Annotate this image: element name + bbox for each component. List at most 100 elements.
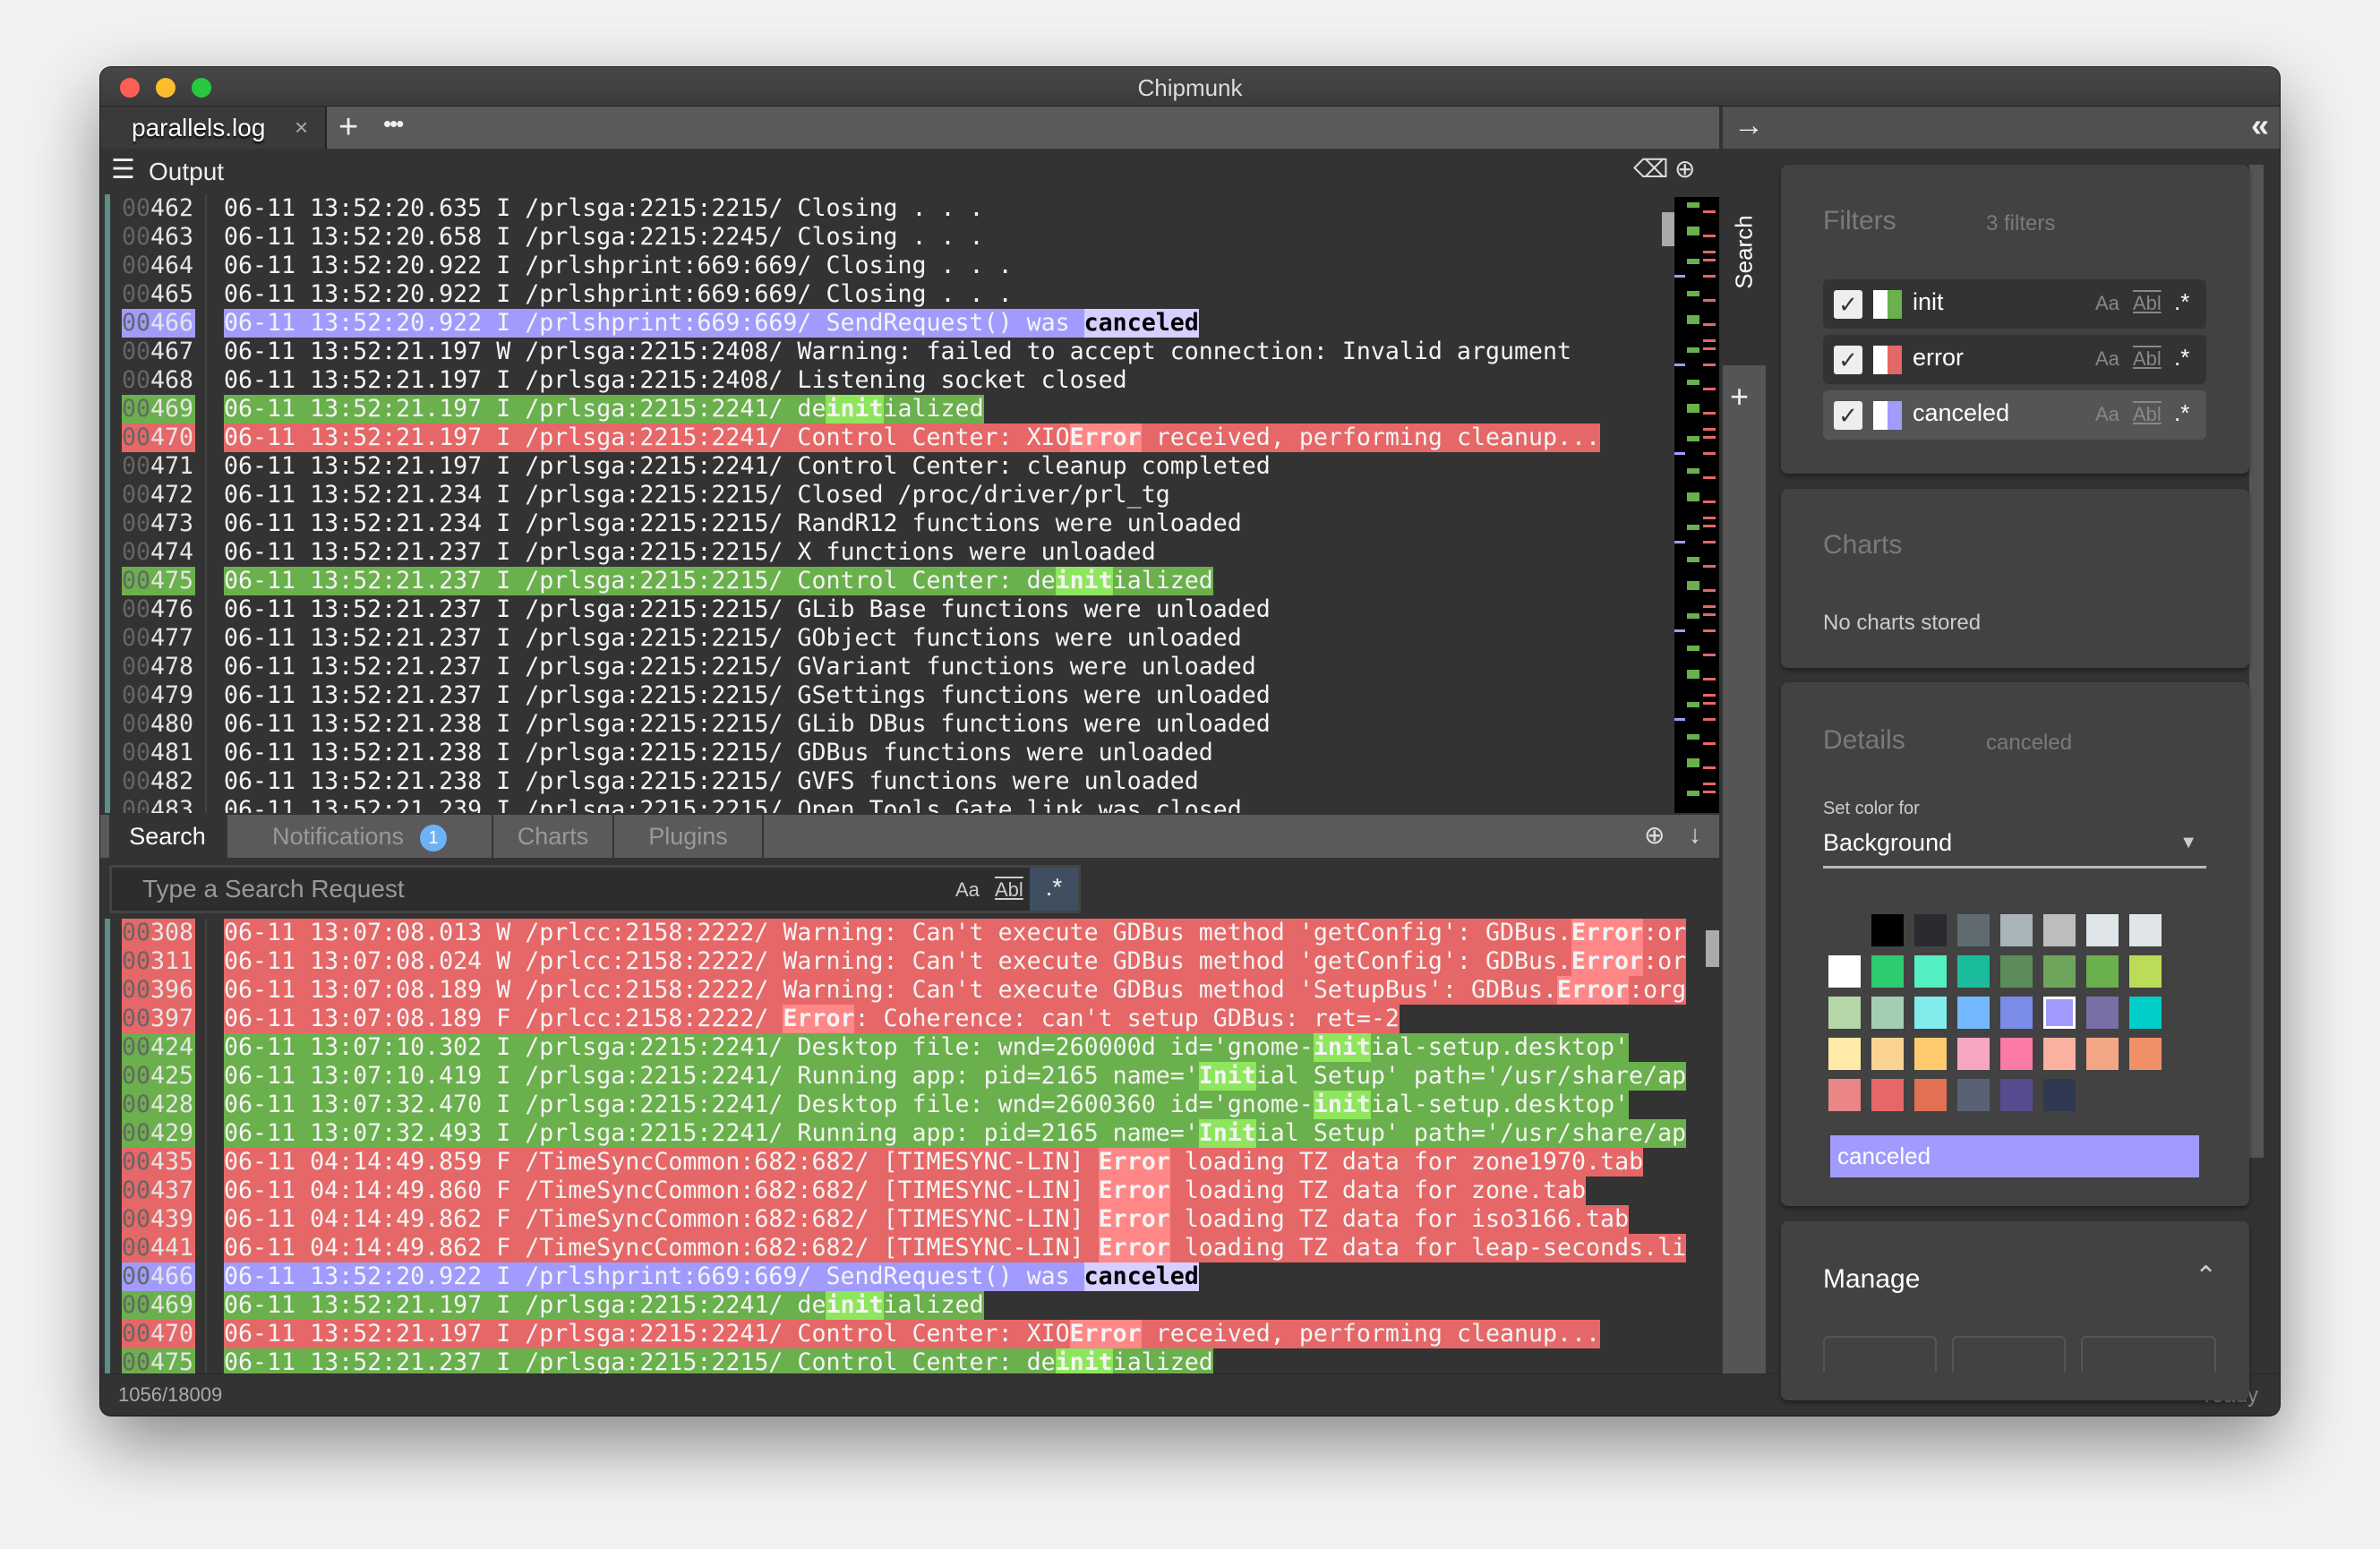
file-tab[interactable]: parallels.log ×	[100, 107, 327, 149]
minimap-mark	[1687, 525, 1699, 530]
color-swatch[interactable]	[1871, 1079, 1904, 1111]
log-segment: received, performing cleanup...	[1141, 424, 1601, 452]
color-swatch[interactable]	[1914, 1038, 1947, 1070]
color-swatch[interactable]	[2086, 955, 2119, 988]
tab-plugins[interactable]: Plugins	[614, 815, 764, 858]
color-swatch[interactable]	[2000, 914, 2033, 946]
color-swatch[interactable]	[1957, 1079, 1990, 1111]
color-swatch[interactable]	[1957, 955, 1990, 988]
whole-word-toggle[interactable]: Abl	[2133, 292, 2162, 315]
color-swatch[interactable]	[2129, 914, 2162, 946]
whole-word-toggle[interactable]: Abl	[2133, 403, 2162, 426]
filter-checkbox[interactable]: ✓	[1834, 401, 1862, 430]
regex-toggle[interactable]: .*	[2174, 288, 2189, 316]
tab-label: Plugins	[648, 823, 728, 850]
log-segment: :or	[1643, 947, 1687, 976]
hamburger-icon[interactable]: ☰	[111, 154, 135, 185]
output-scrollbar[interactable]	[1662, 212, 1674, 246]
search-input[interactable]	[112, 868, 936, 911]
arrow-right-icon[interactable]: →	[1734, 108, 1764, 143]
sidebar-tab-search[interactable]: Search	[1723, 149, 1766, 365]
filter-color-swatch[interactable]	[1873, 290, 1902, 319]
download-icon[interactable]: ⊕	[1644, 820, 1665, 850]
color-swatch[interactable]	[2043, 997, 2076, 1029]
regex-toggle[interactable]: .*	[2174, 344, 2189, 372]
add-tab-button[interactable]: +	[338, 108, 358, 147]
output-log[interactable]: 00462 06-11 13:52:20.635 I /prlsga:2215:2…	[100, 194, 1719, 813]
color-swatch[interactable]	[1871, 997, 1904, 1029]
tab-charts[interactable]: Charts	[493, 815, 614, 858]
search-results-log[interactable]: 00308 06-11 13:07:08.013 W /prlcc:2158:22…	[100, 919, 1719, 1374]
color-swatch[interactable]	[2043, 1038, 2076, 1070]
whole-word-toggle[interactable]: Abl	[2133, 347, 2162, 371]
color-swatch[interactable]	[1828, 1079, 1861, 1111]
color-swatch[interactable]	[2129, 997, 2162, 1029]
double-chevron-left-icon[interactable]: «	[2251, 107, 2269, 144]
color-swatch[interactable]	[1957, 1038, 1990, 1070]
line-number-value: 476	[150, 595, 194, 623]
close-tab-icon[interactable]: ×	[295, 114, 308, 141]
log-segment: 06-11 13:52:21.238 I /prlsga:2215:2215/ …	[224, 710, 1271, 738]
color-swatch[interactable]	[2000, 955, 2033, 988]
color-swatch[interactable]	[1871, 955, 1904, 988]
filter-color-swatch[interactable]	[1873, 401, 1902, 430]
log-text: 06-11 04:14:49.862 F /TimeSyncCommon:682…	[224, 1234, 1687, 1262]
manage-button[interactable]	[1952, 1336, 2066, 1372]
eraser-icon[interactable]: ⌫	[1633, 154, 1669, 184]
color-swatch[interactable]	[1871, 914, 1904, 946]
color-swatch[interactable]	[2129, 955, 2162, 988]
color-swatch[interactable]	[2129, 1038, 2162, 1070]
match-case-toggle[interactable]: Aa	[2095, 292, 2119, 315]
color-swatch[interactable]	[1828, 955, 1861, 988]
color-swatch[interactable]	[1828, 1038, 1861, 1070]
arrow-down-icon[interactable]: ↓	[1689, 820, 1701, 849]
color-swatch[interactable]	[2043, 955, 2076, 988]
match-case-toggle[interactable]: Aa	[955, 878, 980, 902]
minimap-mark	[1687, 791, 1699, 796]
whole-word-toggle[interactable]: Abl	[995, 878, 1023, 902]
log-segment: 06-11 13:52:21.234 I /prlsga:2215:2215/ …	[224, 481, 1170, 509]
line-number-value: 471	[150, 452, 194, 480]
color-target-select[interactable]: Background ▼	[1823, 829, 2206, 869]
color-swatch[interactable]	[2043, 1079, 2076, 1111]
color-swatch[interactable]	[1828, 997, 1861, 1029]
regex-toggle[interactable]: .*	[2174, 399, 2189, 427]
chevron-up-icon[interactable]: ⌃	[2195, 1261, 2217, 1292]
tab-search[interactable]: Search	[109, 815, 227, 858]
color-swatch[interactable]	[2000, 1079, 2033, 1111]
filter-item[interactable]: ✓ canceled Aa Abl .*	[1823, 390, 2206, 440]
regex-toggle[interactable]: .*	[1030, 868, 1078, 911]
filter-checkbox[interactable]: ✓	[1834, 346, 1862, 374]
color-swatch[interactable]	[2043, 914, 2076, 946]
color-swatch[interactable]	[2086, 1038, 2119, 1070]
manage-button[interactable]	[2081, 1336, 2216, 1372]
minimap-mark	[1674, 629, 1685, 632]
color-swatch[interactable]	[2086, 997, 2119, 1029]
filter-color-swatch[interactable]	[1873, 346, 1902, 374]
line-number-padding: 00	[122, 653, 151, 680]
filter-item[interactable]: ✓ error Aa Abl .*	[1823, 335, 2206, 384]
match-case-toggle[interactable]: Aa	[2095, 403, 2119, 426]
match-case-toggle[interactable]: Aa	[2095, 347, 2119, 371]
download-icon[interactable]: ⊕	[1674, 154, 1695, 184]
color-swatch[interactable]	[1871, 1038, 1904, 1070]
color-swatch[interactable]	[2086, 914, 2119, 946]
tab-notifications[interactable]: Notifications 1	[227, 815, 493, 858]
minimap[interactable]	[1674, 197, 1719, 813]
filter-checkbox[interactable]: ✓	[1834, 290, 1862, 319]
filter-item[interactable]: ✓ init Aa Abl .*	[1823, 279, 2206, 329]
color-swatch[interactable]	[1914, 1079, 1947, 1111]
color-swatch[interactable]	[1914, 955, 1947, 988]
search-results-scrollbar[interactable]	[1706, 930, 1719, 967]
color-swatch[interactable]	[1914, 997, 1947, 1029]
manage-button[interactable]	[1823, 1336, 1937, 1372]
color-swatch[interactable]	[1914, 914, 1947, 946]
more-icon[interactable]: •••	[383, 110, 404, 138]
color-swatch[interactable]	[1957, 914, 1990, 946]
color-swatch[interactable]	[2000, 1038, 2033, 1070]
color-swatch[interactable]	[1957, 997, 1990, 1029]
add-sidebar-tab-button[interactable]: +	[1730, 378, 1749, 415]
color-swatch[interactable]	[2000, 997, 2033, 1029]
sidebar-scrollbar[interactable]	[2249, 165, 2264, 1158]
minimap-mark	[1687, 380, 1699, 385]
